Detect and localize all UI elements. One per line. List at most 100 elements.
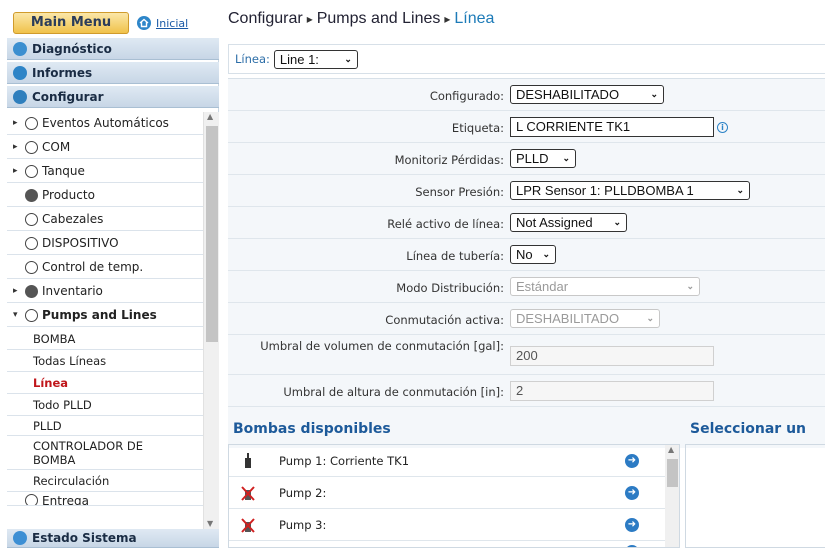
sidebar-item-eventos-automaticos[interactable]: ▸ Eventos Automáticos [7, 112, 203, 135]
scrollbar-thumb[interactable] [667, 459, 678, 487]
line-select-row: Línea: Line 1: ⌄ [228, 44, 825, 74]
chevron-down-icon: ⌄ [613, 217, 621, 227]
sidebar-scrollbar[interactable]: ▲ ▼ [203, 112, 219, 532]
form-label: Monitoriz Pérdidas: [394, 153, 504, 167]
umbral-volumen-input[interactable]: 200 [510, 346, 714, 366]
home-link-label: Inicial [156, 16, 189, 30]
breadcrumb-item[interactable]: Pumps and Lines [317, 10, 441, 27]
form-row-monitoriz-perdidas: Monitoriz Pérdidas: PLLD ⌄ [228, 143, 825, 175]
line-select-label: Línea: [235, 52, 270, 66]
chevron-down-icon: ⌄ [736, 185, 744, 195]
line-config-form: Configurado: DESHABILITADO ⌄ Etiqueta: L … [228, 78, 825, 448]
reports-icon [13, 65, 27, 80]
pump-disabled-icon [241, 484, 255, 502]
top-bar: Main Menu Inicial Configurar ▸ Pumps and L… [0, 0, 825, 38]
add-arrow-icon[interactable]: ➜ [625, 454, 639, 468]
add-arrow-icon[interactable]: ➜ [625, 486, 639, 500]
chevron-down-icon: ⌄ [650, 89, 658, 99]
sidebar-item-label: Cabezales [42, 212, 104, 226]
expand-arrow-icon: ▸ [13, 118, 18, 128]
linea-tuberia-select[interactable]: No ⌄ [510, 245, 556, 264]
breadcrumb-item[interactable]: Configurar [228, 10, 303, 27]
sidebar-menu-list: ▸ Eventos Automáticos ▸ COM ▸ Tanque Pro… [7, 112, 219, 532]
sensor-presion-select[interactable]: LPR Sensor 1: PLLDBOMBA 1 ⌄ [510, 181, 750, 200]
breadcrumb-separator-icon: ▸ [306, 12, 313, 26]
select-value: No [516, 247, 533, 262]
sidebar-item-label: COM [42, 140, 71, 154]
sidebar-item-label: Pumps and Lines [42, 308, 157, 322]
home-link[interactable]: Inicial [137, 14, 188, 32]
sidebar-subitem-linea[interactable]: Línea [7, 372, 203, 394]
scroll-up-icon[interactable]: ▲ [668, 445, 674, 454]
sidebar-subitem-plld[interactable]: PLLD [7, 416, 203, 436]
umbral-altura-input[interactable]: 2 [510, 381, 714, 401]
main-menu-button[interactable]: Main Menu [13, 12, 129, 34]
chevron-down-icon: ⌄ [646, 313, 654, 323]
expand-arrow-icon: ▸ [13, 142, 18, 152]
select-value: DESHABILITADO [516, 87, 620, 102]
sidebar-item-control-temp[interactable]: Control de temp. [7, 256, 203, 279]
form-row-etiqueta: Etiqueta: L CORRIENTE TK1 i [228, 111, 825, 143]
inventory-icon [25, 284, 38, 298]
bombas-scrollbar[interactable]: ▲ [665, 445, 679, 547]
sidebar-subitem-recirculacion[interactable]: Recirculación [7, 470, 203, 492]
expand-arrow-icon: ▸ [13, 286, 18, 296]
etiqueta-input[interactable]: L CORRIENTE TK1 [510, 117, 714, 137]
select-value: Not Assigned [516, 215, 593, 230]
chevron-down-icon: ⌄ [344, 53, 352, 64]
add-arrow-icon[interactable]: ➜ [625, 518, 639, 532]
rele-activo-select[interactable]: Not Assigned ⌄ [510, 213, 627, 232]
com-icon [25, 140, 38, 154]
product-icon [25, 188, 38, 202]
bombas-disponibles-list: Pump 1: Corriente TK1 ➜ Pump 2: ➜ Pump 3… [228, 444, 680, 548]
form-label: Umbral de volumen de conmutación [gal]: [260, 339, 504, 353]
scrollbar-thumb[interactable] [206, 126, 218, 342]
pump-icon [241, 452, 255, 470]
sidebar-header-label: Informes [32, 65, 93, 80]
sidebar-item-producto[interactable]: Producto [7, 184, 203, 207]
sidebar-item-inventario[interactable]: ▸ Inventario [7, 280, 203, 303]
breadcrumb-current: Línea [454, 10, 495, 27]
form-row-configurado: Configurado: DESHABILITADO ⌄ [228, 79, 825, 111]
diagnostics-icon [13, 41, 27, 56]
sidebar-subitem-bomba[interactable]: BOMBA [7, 328, 203, 350]
configurado-select[interactable]: DESHABILITADO ⌄ [510, 85, 664, 104]
pump-name: Pump 1: Corriente TK1 [279, 454, 410, 468]
line-select[interactable]: Line 1: ⌄ [273, 49, 358, 69]
sidebar-item-label: Producto [42, 188, 95, 202]
sidebar-subitem-todas-lineas[interactable]: Todas Líneas [7, 350, 203, 372]
pump-name: Pump 2: [279, 486, 327, 500]
sidebar-item-com[interactable]: ▸ COM [7, 136, 203, 159]
selected-pumps-list [685, 444, 825, 548]
pump-disabled-icon [241, 516, 255, 534]
sidebar-header-diagnostico[interactable]: Diagnóstico [7, 38, 219, 60]
sidebar-item-label: Eventos Automáticos [42, 116, 169, 130]
gear-icon [13, 89, 27, 104]
conmutacion-activa-select[interactable]: DESHABILITADO ⌄ [510, 309, 660, 328]
sidebar-subitem-todo-plld[interactable]: Todo PLLD [7, 394, 203, 416]
info-icon[interactable]: i [717, 122, 728, 133]
sidebar-header-informes[interactable]: Informes [7, 62, 219, 84]
sidebar-item-label: Tanque [42, 164, 85, 178]
select-value: PLLD [516, 151, 549, 166]
modo-distribucion-select[interactable]: Estándar ⌄ [510, 277, 700, 296]
monitoriz-perdidas-select[interactable]: PLLD ⌄ [510, 149, 576, 168]
sidebar-item-pumps-and-lines[interactable]: ▾ Pumps and Lines [7, 304, 203, 327]
sidebar-item-dispositivo[interactable]: DISPOSITIVO [7, 232, 203, 255]
select-value: Estándar [516, 279, 569, 294]
chevron-down-icon: ⌄ [686, 281, 694, 291]
scroll-down-icon[interactable]: ▼ [207, 519, 213, 528]
sidebar-header-configurar[interactable]: Configurar [7, 86, 219, 108]
scroll-up-icon[interactable]: ▲ [207, 112, 213, 121]
form-row-rele-activo: Relé activo de línea: Not Assigned ⌄ [228, 207, 825, 239]
sidebar-header-estado-sistema[interactable]: Estado Sistema [7, 529, 219, 548]
pump-name: Pump 3: [279, 518, 327, 532]
sidebar-item-label: Inventario [42, 284, 103, 298]
sidebar-item-tanque[interactable]: ▸ Tanque [7, 160, 203, 183]
sidebar-subitem-controlador-bomba[interactable]: CONTROLADOR DE BOMBA [7, 436, 203, 470]
main-content: Línea: Line 1: ⌄ Configurado: DESHABILIT… [228, 38, 825, 548]
sidebar-item-cabezales[interactable]: Cabezales [7, 208, 203, 231]
chevron-down-icon: ⌄ [562, 153, 570, 163]
sidebar-item-entrega[interactable]: Entrega [7, 492, 203, 506]
form-row-linea-tuberia: Línea de tubería: No ⌄ [228, 239, 825, 271]
